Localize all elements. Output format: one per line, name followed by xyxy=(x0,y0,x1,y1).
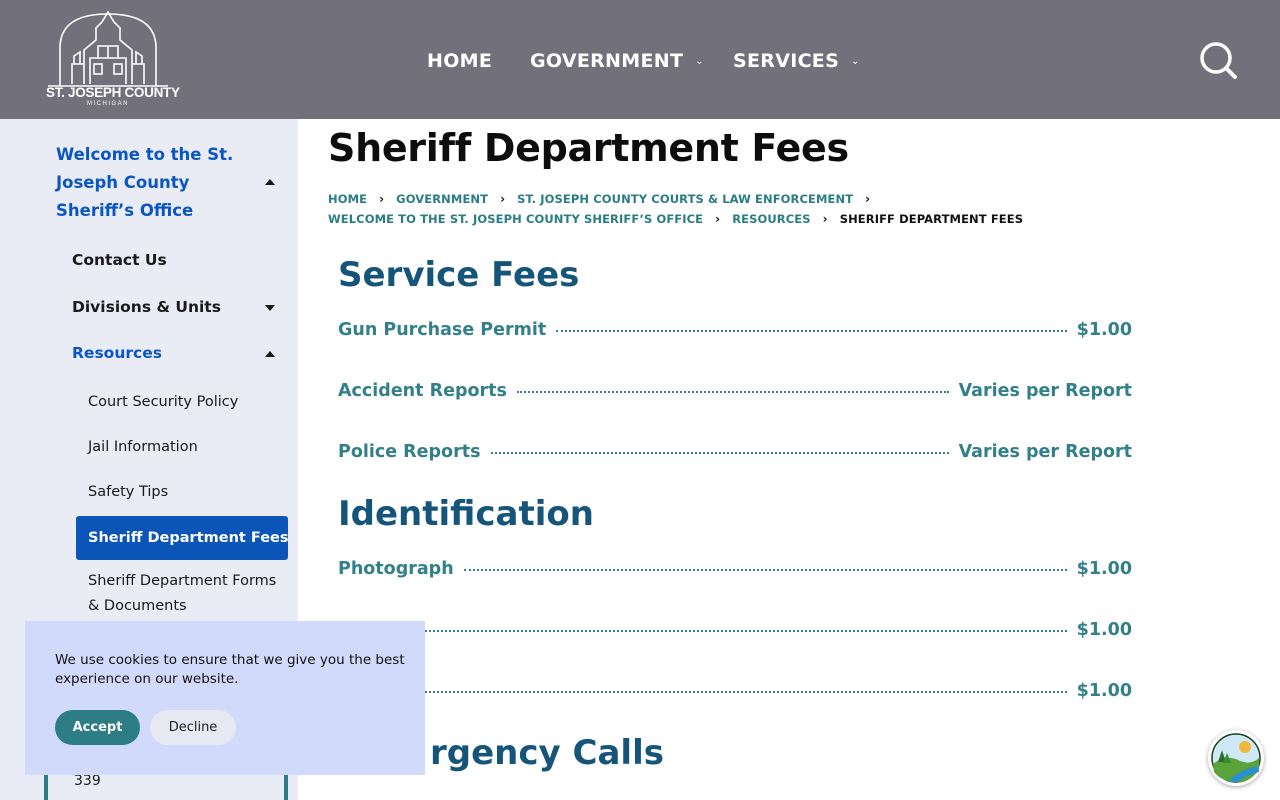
section-heading-service-fees: Service Fees xyxy=(338,255,580,295)
fee-price: $1.00 xyxy=(1076,559,1132,579)
sidebar-item-welcome[interactable]: Welcome to the St. Joseph County Sheriff… xyxy=(56,141,256,225)
nav-home-label: HOME xyxy=(427,50,493,72)
accept-button[interactable]: Accept xyxy=(55,710,140,745)
dotted-leader xyxy=(463,569,1067,571)
sidebar-contact-text: 339 xyxy=(74,773,101,789)
fee-name: Photograph xyxy=(338,559,454,579)
logo-subtext: MICHIGAN xyxy=(87,101,129,107)
section-heading-identification: Identification xyxy=(338,494,594,534)
breadcrumb-government[interactable]: GOVERNMENT xyxy=(396,192,488,206)
breadcrumb-resources[interactable]: RESOURCES xyxy=(732,212,810,226)
fee-name: Gun Purchase Permit xyxy=(338,320,547,340)
dotted-leader xyxy=(490,452,949,454)
sidebar-item-safety-tips[interactable]: Safety Tips xyxy=(88,480,168,505)
landscape-icon xyxy=(1211,733,1261,783)
sidebar-item-contact-us[interactable]: Contact Us xyxy=(72,251,167,269)
sidebar-item-court-security-policy[interactable]: Court Security Policy xyxy=(88,390,238,415)
fee-price: $1.00 xyxy=(1076,681,1132,701)
dotted-leader xyxy=(516,391,949,393)
search-icon[interactable] xyxy=(1198,40,1238,80)
dotted-leader xyxy=(556,330,1067,332)
fee-row: Accident Reports Varies per Report xyxy=(338,379,1132,403)
dotted-leader xyxy=(372,691,1067,693)
fee-name: Accident Reports xyxy=(338,381,507,401)
sidebar-item-jail-information[interactable]: Jail Information xyxy=(88,435,198,460)
chevron-right-icon: › xyxy=(822,212,828,226)
section-heading-emergency-calls: rgency Calls xyxy=(430,733,664,773)
cookie-message: We use cookies to ensure that we give yo… xyxy=(55,652,405,687)
nav-services-label: SERVICES xyxy=(733,50,840,72)
chat-widget-icon[interactable] xyxy=(1208,730,1264,786)
sidebar-item-resources[interactable]: Resources xyxy=(72,344,162,362)
cookie-banner xyxy=(25,621,425,775)
sidebar-item-sheriff-department-forms[interactable]: Sheriff Department Forms & Documents xyxy=(88,569,288,619)
fee-price: $1.00 xyxy=(1076,320,1132,340)
sidebar-item-divisions-units[interactable]: Divisions & Units xyxy=(72,298,221,316)
breadcrumb-courts-law-enforcement[interactable]: ST. JOSEPH COUNTY COURTS & LAW ENFORCEME… xyxy=(517,192,853,206)
breadcrumb-home[interactable]: HOME xyxy=(328,192,367,206)
breadcrumb-sheriffs-office[interactable]: WELCOME TO THE ST. JOSEPH COUNTY SHERIFF… xyxy=(328,212,703,226)
logo-text: ST. JOSEPH COUNTY xyxy=(46,85,180,100)
nav-home[interactable]: HOME xyxy=(427,48,492,74)
caret-down-icon[interactable] xyxy=(265,305,275,311)
site-header: ST. JOSEPH COUNTY MICHIGAN HOME GOVERNME… xyxy=(0,0,1280,119)
chevron-right-icon: › xyxy=(865,192,871,206)
breadcrumb-line-2: WELCOME TO THE ST. JOSEPH COUNTY SHERIFF… xyxy=(328,212,1023,226)
decline-button[interactable]: Decline xyxy=(150,710,236,745)
nav-government[interactable]: GOVERNMENT ⌄ xyxy=(530,48,704,74)
fee-price: Varies per Report xyxy=(958,442,1132,462)
nav-government-label: GOVERNMENT xyxy=(530,50,684,72)
chevron-right-icon: › xyxy=(379,192,385,206)
fee-row: Police Reports Varies per Report xyxy=(338,440,1132,464)
fee-row: pe $1.00 xyxy=(338,679,1132,703)
fee-row: Photograph $1.00 xyxy=(338,557,1132,581)
dotted-leader xyxy=(348,630,1067,632)
chevron-down-icon: ⌄ xyxy=(695,55,704,67)
fee-row: Gun Purchase Permit $1.00 xyxy=(338,318,1132,342)
chevron-right-icon: › xyxy=(500,192,506,206)
nav-services[interactable]: SERVICES ⌄ xyxy=(733,48,860,74)
fee-price: $1.00 xyxy=(1076,620,1132,640)
page-title: Sheriff Department Fees xyxy=(328,126,849,170)
chevron-right-icon: › xyxy=(715,212,721,226)
caret-up-icon[interactable] xyxy=(265,179,275,185)
sidebar-item-sheriff-department-fees[interactable]: Sheriff Department Fees xyxy=(76,516,289,560)
breadcrumb-current: SHERIFF DEPARTMENT FEES xyxy=(839,212,1024,226)
chevron-down-icon: ⌄ xyxy=(851,55,860,67)
caret-up-icon[interactable] xyxy=(265,351,275,357)
fee-row: $1.00 xyxy=(338,618,1132,642)
fee-price: Varies per Report xyxy=(958,381,1132,401)
fee-name: Police Reports xyxy=(338,442,481,462)
breadcrumb: HOME › GOVERNMENT › ST. JOSEPH COUNTY CO… xyxy=(328,192,882,206)
